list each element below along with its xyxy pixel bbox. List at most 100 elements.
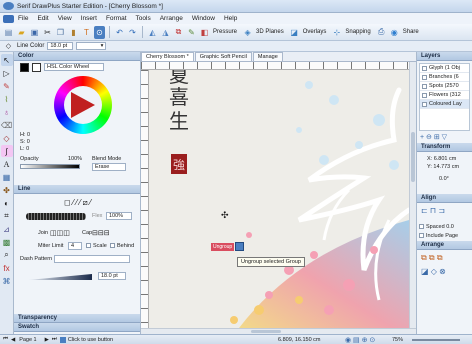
include-page-check[interactable] xyxy=(419,233,424,239)
cut-icon[interactable]: ✂ xyxy=(42,26,53,39)
h-scroll-thumb[interactable] xyxy=(251,330,281,333)
transform-x[interactable]: X: 6.801 cm xyxy=(419,155,470,163)
node-tool-icon[interactable]: ▷ xyxy=(1,67,13,79)
menu-arrange[interactable]: Arrange xyxy=(160,15,183,22)
pressure-label[interactable]: Pressure xyxy=(213,29,237,35)
layer-visibility[interactable] xyxy=(422,83,427,89)
layers-panel-title[interactable]: Layers xyxy=(417,52,472,61)
last-page-icon[interactable]: ⏭ xyxy=(52,336,57,343)
horizontal-ruler[interactable] xyxy=(141,62,416,70)
overlays-label[interactable]: Overlays xyxy=(303,29,327,35)
menu-edit[interactable]: Edit xyxy=(37,15,48,22)
layer-item[interactable]: Coloured Lay xyxy=(420,100,469,109)
menu-format[interactable]: Format xyxy=(106,15,127,22)
dimension-tool-icon[interactable]: ⊿ xyxy=(1,223,13,235)
fill-swatch[interactable] xyxy=(20,62,29,72)
layer-item[interactable]: Spots (2570 xyxy=(420,82,469,91)
undo-icon[interactable]: ↶ xyxy=(114,26,125,39)
vertical-ruler[interactable] xyxy=(141,70,149,328)
arrange-panel-title[interactable]: Arrange xyxy=(417,241,472,250)
arrange-more-buttons[interactable]: ◪ ◇ ⊗ xyxy=(417,266,472,277)
color-panel-title[interactable]: Color xyxy=(14,52,140,61)
brush-tool-icon[interactable]: ⌇ xyxy=(1,93,13,105)
3d-planes-label[interactable]: 3D Planes xyxy=(256,29,284,35)
join-buttons[interactable]: ◫◫◫ xyxy=(50,229,70,237)
align-left-icon[interactable]: ◭ xyxy=(147,26,158,39)
line-panel-title[interactable]: Line xyxy=(14,185,140,194)
eraser-tool-icon[interactable]: ⌫ xyxy=(1,119,13,131)
table-tool-icon[interactable]: ▦ xyxy=(1,171,13,183)
menu-file[interactable]: File xyxy=(18,15,28,22)
selection-handle-icon[interactable]: ✣ xyxy=(221,210,229,221)
align-panel-title[interactable]: Align xyxy=(417,194,472,203)
menu-tools[interactable]: Tools xyxy=(136,15,151,22)
open-icon[interactable]: ▰ xyxy=(16,26,27,39)
shape-tool-icon[interactable]: ◇ xyxy=(1,132,13,144)
scroll-thumb[interactable] xyxy=(411,132,415,182)
behind-checkbox[interactable]: Behind xyxy=(110,243,134,249)
swatch-panel-title[interactable]: Swatch xyxy=(14,323,140,332)
snapping-label[interactable]: Snapping xyxy=(345,29,370,35)
redo-icon[interactable]: ↷ xyxy=(127,26,138,39)
tab-manage[interactable]: Manage xyxy=(252,52,283,61)
layer-item[interactable]: Branches (6 xyxy=(420,73,469,82)
transform-panel-title[interactable]: Transform xyxy=(417,143,472,152)
ungroup-button[interactable]: Ungroup xyxy=(211,242,245,251)
color-mode-dropdown[interactable]: HSL Color Wheel xyxy=(44,63,104,71)
layer-item[interactable]: Flowers (312 xyxy=(420,91,469,100)
line-width-slider[interactable] xyxy=(28,274,92,280)
menu-insert[interactable]: Insert xyxy=(81,15,97,22)
prev-page-icon[interactable]: ◀ xyxy=(11,337,15,343)
layer-item[interactable]: Glyph (1 Obj xyxy=(420,64,469,73)
align-center-icon[interactable]: ◮ xyxy=(160,26,171,39)
pen-tool-icon[interactable]: ♁ xyxy=(1,106,13,118)
print-icon[interactable]: ⎙ xyxy=(376,26,387,39)
scale-check[interactable] xyxy=(86,243,91,249)
format-painter-icon[interactable]: T xyxy=(81,26,92,39)
zoom-level[interactable]: 75% xyxy=(392,337,403,343)
layer-visibility[interactable] xyxy=(422,65,427,71)
layer-actions[interactable]: + ⊖ ⊞ ▽ xyxy=(417,133,472,143)
tab-graphic-soft-pencil[interactable]: Graphic Soft Pencil xyxy=(194,52,252,61)
text-tool-icon[interactable]: A xyxy=(1,158,13,170)
zoom-icon[interactable]: ⊙ xyxy=(94,25,105,39)
opacity-slider[interactable] xyxy=(20,164,80,169)
3d-planes-icon[interactable]: ◈ xyxy=(242,26,253,39)
layer-visibility[interactable] xyxy=(422,74,427,80)
save-icon[interactable]: ▣ xyxy=(29,26,40,39)
spaced-row[interactable]: Spaced 0.0 xyxy=(419,223,472,232)
line-width-value-field[interactable]: 18.0 pt xyxy=(98,272,126,280)
ungroup-icon[interactable] xyxy=(235,242,245,251)
overlays-icon[interactable]: ◪ xyxy=(289,26,300,39)
dash-pattern-field[interactable] xyxy=(54,255,130,263)
pointer-tool-icon[interactable]: ↖ xyxy=(0,54,13,66)
miter-limit-field[interactable]: 4 xyxy=(68,242,82,250)
transparency-tool-icon[interactable]: ◐ xyxy=(1,197,13,209)
styles-tool-icon[interactable]: ⌘ xyxy=(1,275,13,287)
transform-rotation[interactable]: 0.0° xyxy=(419,175,470,183)
pencil-tool-icon[interactable]: ✎ xyxy=(1,80,13,92)
new-icon[interactable]: ▤ xyxy=(3,26,14,39)
menu-view[interactable]: View xyxy=(58,15,72,22)
tab-cherry-blossom[interactable]: Cherry Blossom * xyxy=(141,52,194,61)
behind-check[interactable] xyxy=(110,243,115,249)
flex-field[interactable]: 100% xyxy=(106,212,132,220)
transparency-panel-title[interactable]: Transparency xyxy=(14,314,140,323)
include-page-row[interactable]: Include Page xyxy=(419,232,472,241)
vertical-scrollbar[interactable] xyxy=(409,62,416,328)
pen-icon[interactable]: ✎ xyxy=(186,26,197,39)
cap-buttons[interactable]: ⊟⊟⊟ xyxy=(92,229,110,237)
zoom-tool-icon[interactable]: ⌕ xyxy=(1,249,13,261)
crop-tool-icon[interactable]: ⌗ xyxy=(1,210,13,222)
group-icon[interactable]: ⧉ xyxy=(173,26,184,39)
line-swatch[interactable] xyxy=(32,62,41,72)
picture-tool-icon[interactable]: ▩ xyxy=(1,236,13,248)
layer-visibility[interactable] xyxy=(422,92,427,98)
share-label[interactable]: Share xyxy=(403,29,419,35)
pressure-icon[interactable]: ◧ xyxy=(199,26,210,39)
zoom-slider[interactable] xyxy=(412,339,460,341)
paste-icon[interactable]: ▮ xyxy=(68,26,79,39)
menu-help[interactable]: Help xyxy=(224,15,237,22)
align-buttons[interactable]: ⊏ ⊓ ⊐ xyxy=(417,203,472,223)
copy-icon[interactable]: ❐ xyxy=(55,26,66,39)
